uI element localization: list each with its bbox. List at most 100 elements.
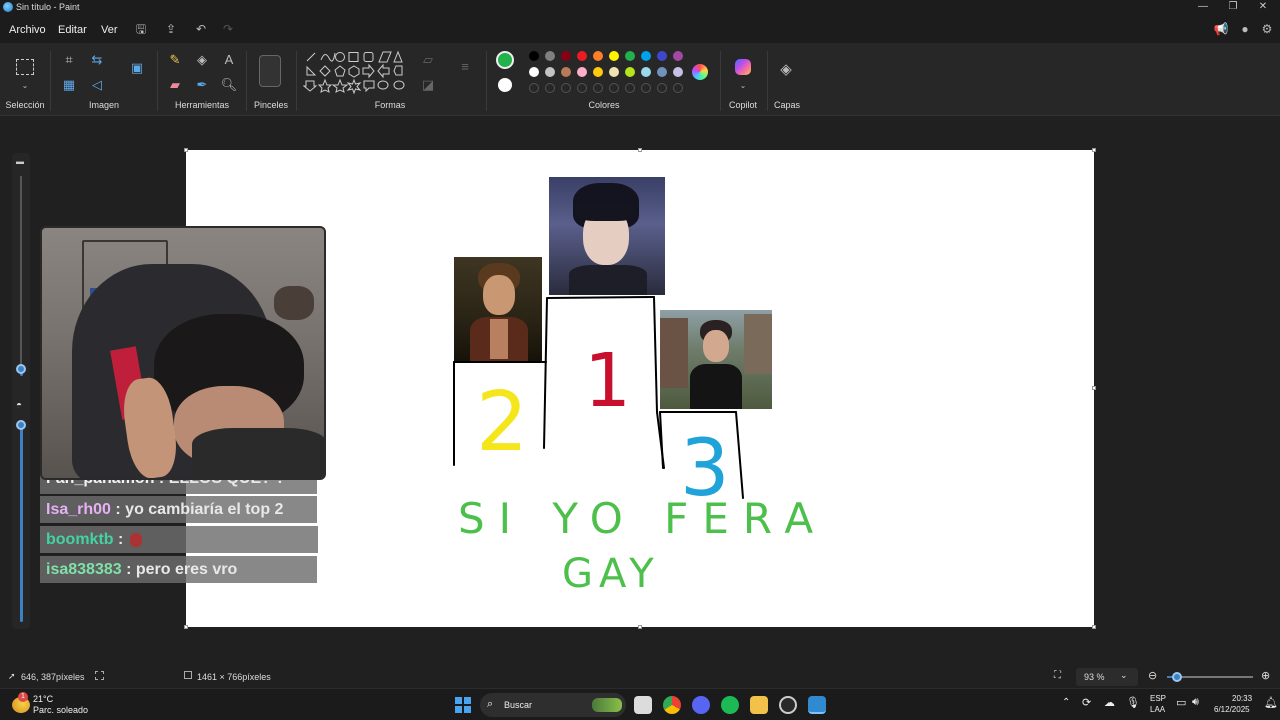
resize-handle[interactable] <box>638 148 642 152</box>
resize-icon[interactable]: ⇆ <box>88 51 106 69</box>
file-explorer-icon[interactable] <box>750 696 768 714</box>
palette-swatch[interactable] <box>577 67 587 77</box>
announce-icon[interactable]: 📢 <box>1213 21 1229 37</box>
minimize-button[interactable]: — <box>1188 0 1218 15</box>
custom-color-slot[interactable] <box>609 83 619 93</box>
resize-handle[interactable] <box>1092 148 1096 152</box>
account-icon[interactable]: ● <box>1237 21 1253 37</box>
edit-colors-icon[interactable] <box>692 64 708 80</box>
outline-icon[interactable]: ▱ <box>419 51 437 69</box>
palette-swatch[interactable] <box>609 51 619 61</box>
fill-icon[interactable]: ◪ <box>419 76 437 94</box>
maximize-button[interactable]: ❐ <box>1218 0 1248 15</box>
discord-icon[interactable] <box>692 696 710 714</box>
fill-bucket-icon[interactable]: ◈ <box>193 51 211 69</box>
custom-color-slot[interactable] <box>673 83 683 93</box>
volume-icon[interactable]: 🔊︎ <box>1192 696 1199 709</box>
clock-date[interactable]: 6/12/2025 <box>1214 705 1250 714</box>
opacity-slider-thumb[interactable] <box>16 420 26 430</box>
brush-icon[interactable] <box>259 55 281 87</box>
palette-swatch[interactable] <box>593 51 603 61</box>
custom-color-slot[interactable] <box>545 83 555 93</box>
palette-swatch[interactable] <box>657 51 667 61</box>
eraser-icon[interactable]: ▰ <box>166 76 184 94</box>
zoom-out-icon[interactable]: ⊖ <box>1148 669 1157 682</box>
custom-color-slot[interactable] <box>561 83 571 93</box>
taskbar-search[interactable]: ⌕ Buscar <box>480 693 626 717</box>
fit-to-window-icon[interactable]: ⛶ <box>1054 670 1061 681</box>
rotate-icon[interactable]: ◁ <box>88 76 106 94</box>
share-icon[interactable]: ⇪ <box>163 21 179 37</box>
palette-swatch[interactable] <box>609 67 619 77</box>
chrome-icon[interactable] <box>663 696 681 714</box>
language-code[interactable]: ESP <box>1150 694 1166 703</box>
size-icon[interactable]: ≡ <box>456 58 474 76</box>
zoom-dropdown[interactable]: 93 % ⌄ <box>1076 668 1138 686</box>
zoom-in-icon[interactable]: ⊕ <box>1261 669 1270 682</box>
resize-handle[interactable] <box>184 148 188 152</box>
palette-swatch[interactable] <box>673 67 683 77</box>
sync-icon[interactable]: ⟳ <box>1082 696 1091 709</box>
palette-swatch[interactable] <box>561 51 571 61</box>
resize-handle[interactable] <box>638 625 642 629</box>
remove-background-icon[interactable]: ▦ <box>60 76 78 94</box>
palette-swatch[interactable] <box>529 67 539 77</box>
custom-color-slot[interactable] <box>529 83 539 93</box>
palette-swatch[interactable] <box>529 51 539 61</box>
language-region[interactable]: LAA <box>1150 705 1165 714</box>
palette-swatch[interactable] <box>673 51 683 61</box>
close-button[interactable]: ✕ <box>1248 0 1278 15</box>
text-tool-icon[interactable]: A <box>220 51 238 69</box>
zoom-slider-track[interactable] <box>1167 672 1253 682</box>
obs-icon[interactable] <box>779 696 797 714</box>
palette-swatch[interactable] <box>625 67 635 77</box>
chevron-down-icon[interactable]: ⌄ <box>734 77 752 95</box>
pencil-icon[interactable]: ✎ <box>166 51 184 69</box>
size-slider-thumb[interactable] <box>16 364 26 374</box>
crop-icon[interactable]: ⌗ <box>60 51 78 69</box>
chevron-down-icon[interactable]: ⌄ <box>16 77 34 95</box>
palette-swatch[interactable] <box>561 67 571 77</box>
notifications-bell-icon[interactable]: 🔔︎ <box>1264 696 1278 709</box>
onedrive-icon[interactable]: ☁ <box>1104 696 1115 709</box>
settings-gear-icon[interactable]: ⚙ <box>1259 21 1275 37</box>
secondary-color-swatch[interactable] <box>498 78 512 92</box>
palette-swatch[interactable] <box>545 67 555 77</box>
redo-icon[interactable]: ↷ <box>220 21 236 37</box>
layers-icon[interactable]: ◈ <box>777 61 795 79</box>
custom-color-slot[interactable] <box>625 83 635 93</box>
palette-swatch[interactable] <box>657 67 667 77</box>
palette-swatch[interactable] <box>577 51 587 61</box>
primary-color-swatch[interactable] <box>496 51 514 69</box>
shapes-gallery[interactable] <box>303 50 407 100</box>
palette-swatch[interactable] <box>545 51 555 61</box>
chevron-up-icon[interactable]: ⌃ <box>1062 697 1070 708</box>
palette-swatch[interactable] <box>641 67 651 77</box>
zoom-slider-thumb[interactable] <box>1172 672 1183 682</box>
microphone-icon[interactable]: 🎙︎ <box>1126 696 1140 709</box>
custom-color-slot[interactable] <box>657 83 667 93</box>
menu-file[interactable]: Archivo <box>9 24 46 36</box>
clock-time[interactable]: 20:33 <box>1232 694 1252 703</box>
spotify-icon[interactable] <box>721 696 739 714</box>
resize-handle[interactable] <box>1092 386 1096 390</box>
custom-color-slot[interactable] <box>641 83 651 93</box>
save-icon[interactable]: 🖫 <box>133 21 149 37</box>
palette-swatch[interactable] <box>593 67 603 77</box>
copilot-icon[interactable] <box>735 59 751 75</box>
select-rectangle-icon[interactable] <box>16 59 34 75</box>
start-icon[interactable] <box>455 697 471 713</box>
palette-swatch[interactable] <box>625 51 635 61</box>
color-picker-icon[interactable]: ✒ <box>193 76 211 94</box>
magnifier-icon[interactable]: 🔍︎ <box>220 76 238 94</box>
resize-handle[interactable] <box>184 625 188 629</box>
image-select-icon[interactable]: ▣ <box>128 59 146 77</box>
menu-edit[interactable]: Editar <box>58 24 87 36</box>
palette-swatch[interactable] <box>641 51 651 61</box>
menu-view[interactable]: Ver <box>101 24 118 36</box>
custom-color-slot[interactable] <box>593 83 603 93</box>
custom-color-slot[interactable] <box>577 83 587 93</box>
network-icon[interactable]: ▭ <box>1176 696 1186 709</box>
resize-handle[interactable] <box>1092 625 1096 629</box>
task-view-icon[interactable] <box>634 696 652 714</box>
